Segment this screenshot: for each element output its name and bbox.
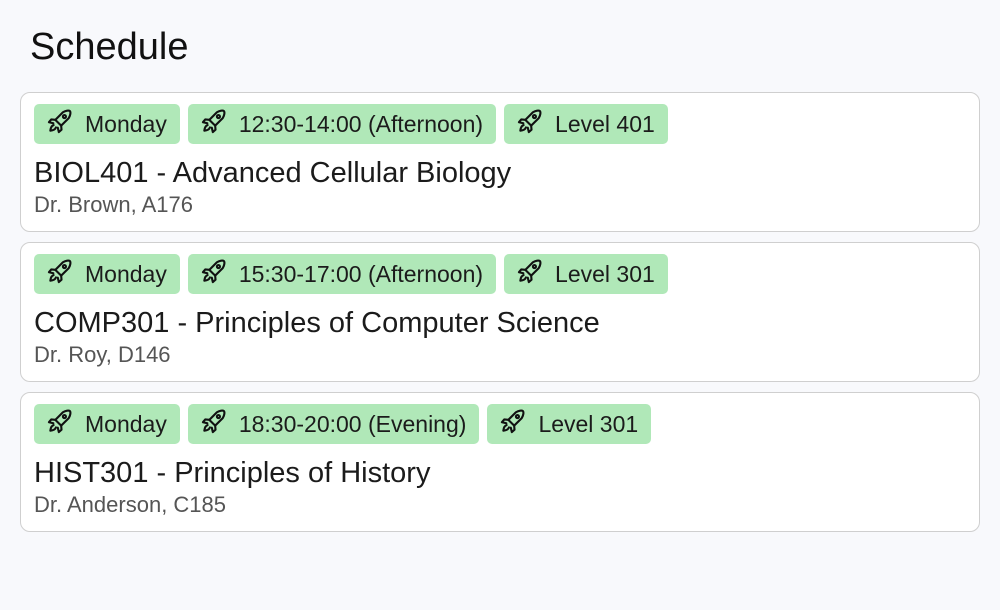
time-tag: 12:30-14:00 (Afternoon)	[187, 104, 497, 144]
rocket-icon	[200, 107, 228, 135]
level-tag: Level 301	[504, 254, 668, 294]
time-tag-label: 12:30-14:00 (Afternoon)	[238, 110, 484, 137]
rocket-icon	[200, 257, 228, 285]
time-tag-label: 15:30-17:00 (Afternoon)	[238, 260, 484, 287]
level-tag-label: Level 301	[538, 410, 639, 437]
course-instructor-room: Dr. Anderson, C185	[34, 492, 227, 517]
course-instructor-room: Dr. Roy, D146	[34, 342, 171, 367]
rocket-icon	[46, 257, 74, 285]
rocket-icon	[516, 107, 544, 135]
course-title: COMP301 - Principles of Computer Science	[34, 307, 600, 339]
course-list: Monday 12:30-14:00 (Afternoon) Level 401…	[20, 92, 980, 542]
rocket-icon	[516, 257, 544, 285]
course-title: HIST301 - Principles of History	[34, 457, 431, 489]
day-tag-label: Monday	[85, 110, 167, 137]
time-tag: 18:30-20:00 (Evening)	[187, 404, 480, 444]
schedule-page: Schedule Monday 12:30-14:00 (Afternoon) …	[0, 0, 1000, 610]
level-tag-label: Level 301	[555, 260, 655, 287]
tag-row: Monday 18:30-20:00 (Evening) Level 301	[34, 404, 966, 444]
level-tag: Level 301	[487, 404, 652, 444]
day-tag: Monday	[34, 254, 180, 294]
time-tag-label: 18:30-20:00 (Evening)	[238, 410, 467, 437]
tag-row: Monday 15:30-17:00 (Afternoon) Level 301	[34, 254, 966, 294]
rocket-icon	[200, 407, 228, 435]
rocket-icon	[499, 407, 527, 435]
time-tag: 15:30-17:00 (Afternoon)	[187, 254, 497, 294]
course-card[interactable]: Monday 15:30-17:00 (Afternoon) Level 301…	[20, 242, 980, 382]
rocket-icon	[46, 407, 74, 435]
level-tag: Level 401	[504, 104, 668, 144]
course-card[interactable]: Monday 18:30-20:00 (Evening) Level 301 H…	[20, 392, 980, 532]
course-card[interactable]: Monday 12:30-14:00 (Afternoon) Level 401…	[20, 92, 980, 232]
page-title: Schedule	[30, 26, 189, 68]
day-tag-label: Monday	[85, 260, 167, 287]
tag-row: Monday 12:30-14:00 (Afternoon) Level 401	[34, 104, 966, 144]
rocket-icon	[46, 107, 74, 135]
day-tag: Monday	[34, 404, 180, 444]
day-tag-label: Monday	[85, 410, 167, 437]
level-tag-label: Level 401	[555, 110, 655, 137]
course-instructor-room: Dr. Brown, A176	[34, 192, 193, 217]
course-title: BIOL401 - Advanced Cellular Biology	[34, 157, 512, 189]
day-tag: Monday	[34, 104, 180, 144]
